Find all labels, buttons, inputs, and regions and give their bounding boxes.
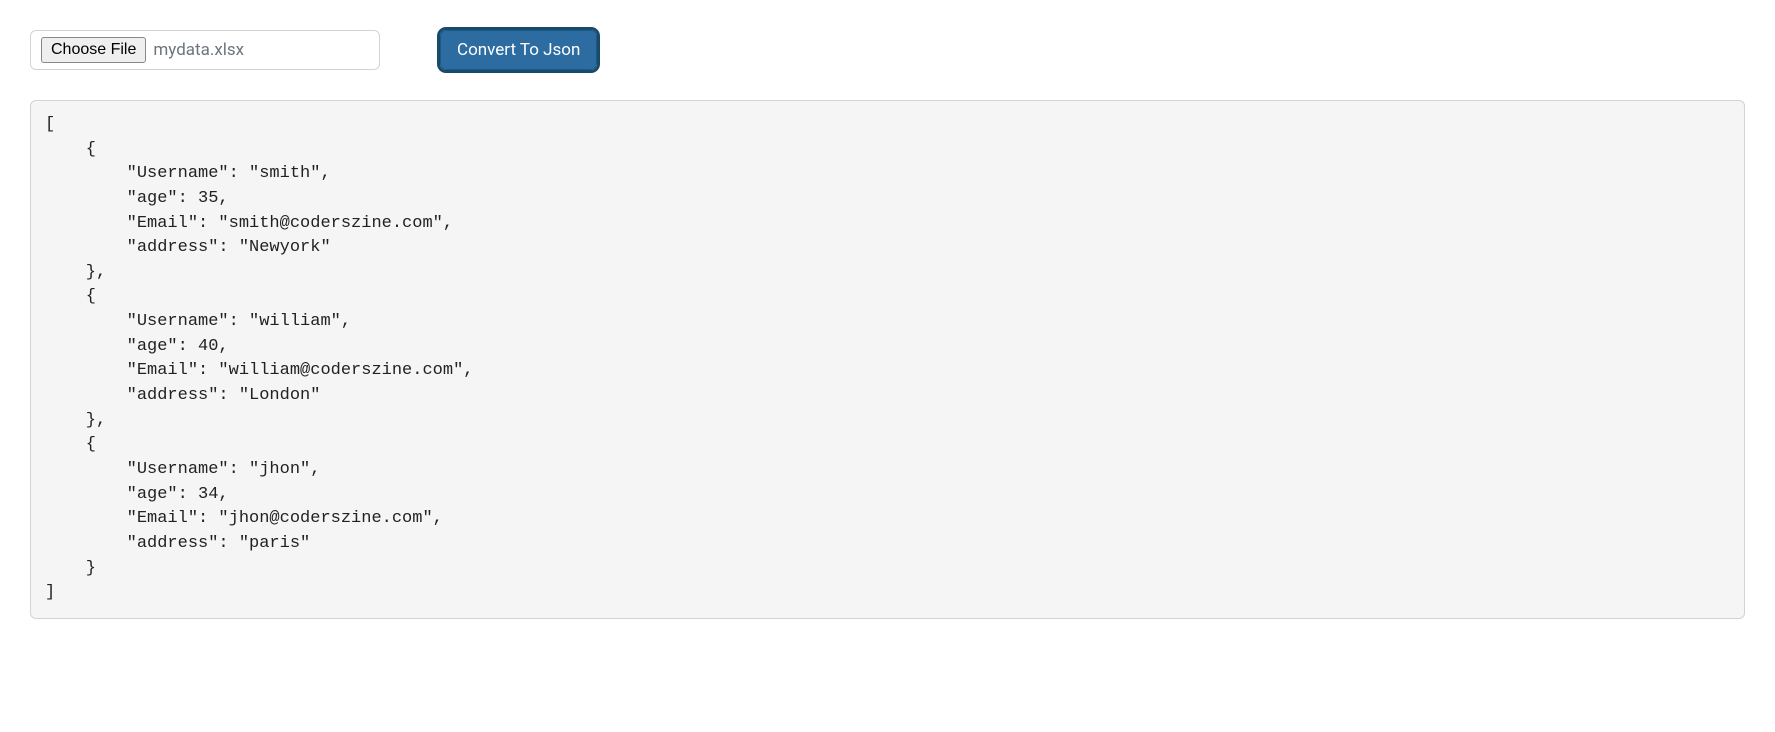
file-input[interactable]: Choose File mydata.xlsx	[30, 30, 380, 70]
controls-row: Choose File mydata.xlsx Convert To Json	[30, 30, 1745, 70]
choose-file-button[interactable]: Choose File	[41, 37, 146, 63]
json-output: [ { "Username": "smith", "age": 35, "Ema…	[30, 100, 1745, 619]
selected-file-name: mydata.xlsx	[153, 40, 244, 60]
convert-to-json-button[interactable]: Convert To Json	[440, 30, 597, 70]
